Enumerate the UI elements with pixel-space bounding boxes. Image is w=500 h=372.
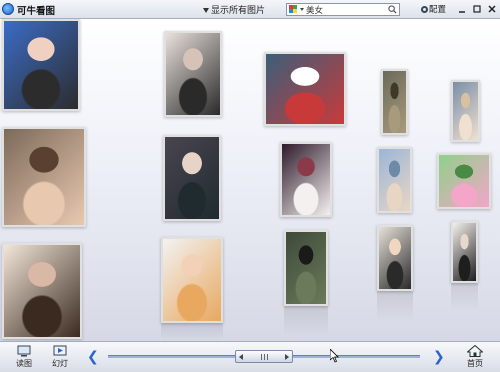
view-button[interactable]: 读图 [12,345,36,369]
slideshow-label: 幻灯 [52,359,68,368]
photo-thumbnail[interactable] [161,237,223,323]
search-box[interactable] [286,3,400,16]
settings-button[interactable]: 配置 [421,3,446,15]
app-logo-icon [2,3,14,15]
home-icon [467,345,483,357]
prev-arrow-icon[interactable]: ❮ [87,349,99,365]
gallery-viewport[interactable] [0,19,500,341]
photo-reflection [284,306,328,336]
slideshow-icon [53,345,67,356]
gear-icon [421,6,428,13]
search-input[interactable] [306,4,376,15]
photo-thumbnail[interactable] [2,19,80,111]
mouse-cursor-icon [330,349,339,363]
slideshow-button[interactable]: 幻灯 [48,345,72,369]
photo-thumbnail[interactable] [437,153,491,209]
next-arrow-icon[interactable]: ❯ [433,349,445,365]
maximize-icon[interactable] [471,3,483,15]
search-icon[interactable] [388,5,397,14]
minimize-icon[interactable] [456,3,468,15]
close-icon[interactable] [486,3,498,15]
app-title: 可牛看图 [17,6,56,17]
photo-thumbnail[interactable] [280,142,332,217]
photo-thumbnail[interactable] [264,52,346,126]
thumb-left-arrow-icon [239,354,243,360]
photo-thumbnail[interactable] [377,147,412,213]
view-icon [17,345,31,357]
timeline-scroll-thumb[interactable] [235,350,293,363]
photo-thumbnail[interactable] [163,135,221,221]
settings-label: 配置 [429,5,447,15]
photo-thumbnail[interactable] [381,69,408,135]
photo-thumbnail[interactable] [284,230,328,306]
search-engine-dropdown-icon[interactable] [300,8,304,11]
bottom-toolbar: 读图 幻灯 ❮ ❯ 首页 [0,341,500,372]
view-label: 读图 [16,359,32,368]
home-label: 首页 [467,359,483,368]
thumb-grip-icon [261,354,269,360]
search-engine-icon[interactable] [289,5,298,14]
photo-thumbnail[interactable] [2,127,86,227]
photo-thumbnail[interactable] [164,31,222,117]
photo-thumbnail[interactable] [377,225,413,291]
filter-label: 显示所有图片 [211,6,266,16]
photo-thumbnail[interactable] [451,221,478,283]
filter-arrow-icon [203,8,209,13]
photo-reflection [377,291,413,321]
photo-thumbnail[interactable] [451,80,480,142]
photo-reflection [161,323,223,341]
photo-reflection [451,283,478,311]
photo-thumbnail[interactable] [2,243,82,339]
filter-dropdown[interactable]: 显示所有图片 [203,3,265,16]
title-bar: 可牛看图 显示所有图片 配置 [0,0,500,19]
home-button[interactable]: 首页 [464,345,486,369]
thumb-right-arrow-icon [285,354,289,360]
